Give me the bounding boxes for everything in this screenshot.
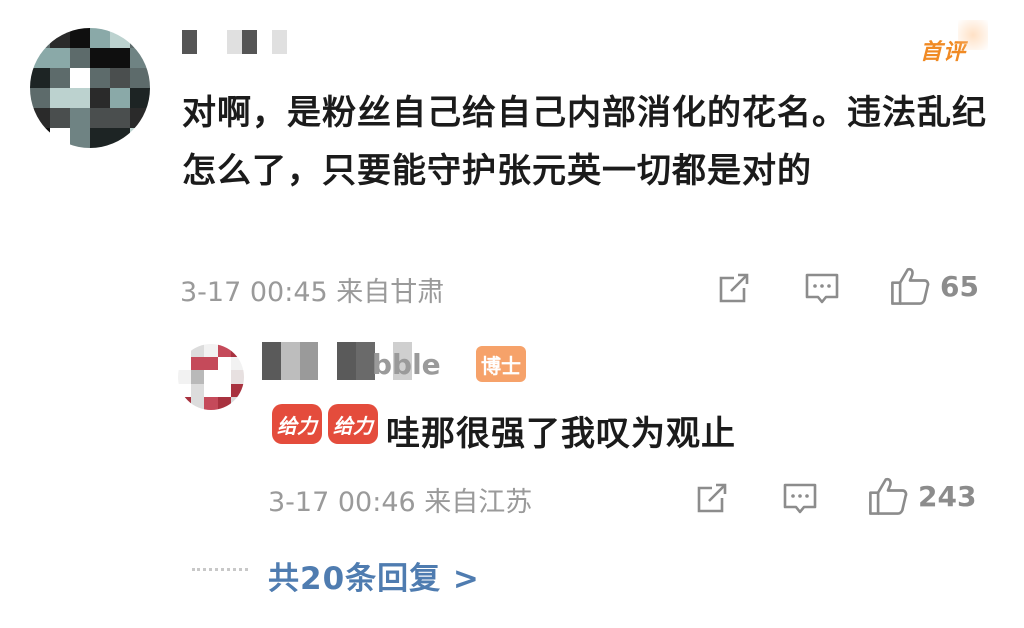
avatar[interactable] (30, 28, 150, 148)
share-button[interactable] (714, 268, 754, 312)
like-button[interactable]: 65 (888, 264, 979, 308)
first-comment-badge: 首评 (920, 20, 989, 66)
comment-icon (805, 273, 839, 304)
like-icon (891, 267, 930, 305)
reply-username-tail[interactable]: bble (372, 348, 441, 381)
like-icon (869, 477, 908, 515)
reply-like-count: 243 (918, 479, 977, 513)
like-count: 65 (940, 269, 979, 303)
reply-like-button[interactable]: 243 (866, 474, 976, 518)
emoji-icon: 给力 (272, 404, 322, 444)
view-more-replies-link[interactable]: 共20条回复 > (268, 553, 480, 598)
reply-comment-button[interactable] (780, 478, 820, 522)
share-icon (719, 273, 749, 303)
reply-meta: 3-17 00:46 来自江苏 (268, 487, 533, 518)
emoji-icon: 给力 (328, 404, 378, 444)
share-icon (697, 483, 727, 513)
comment-button[interactable] (802, 268, 842, 312)
username-redacted[interactable] (182, 30, 332, 54)
reply-share-button[interactable] (692, 478, 732, 522)
reply-level-badge: 博士 (476, 346, 526, 382)
reply-text: 哇那很强了我叹为观止 (386, 414, 736, 454)
comment-icon (783, 483, 817, 514)
divider-dots (192, 568, 248, 575)
reply-avatar[interactable] (178, 344, 244, 410)
comment-meta: 3-17 00:45 来自甘肃 (180, 277, 445, 308)
comment-text: 对啊，是粉丝自己给自己内部消化的花名。违法乱纪怎么了，只要能守护张元英一切都是对… (182, 93, 987, 191)
